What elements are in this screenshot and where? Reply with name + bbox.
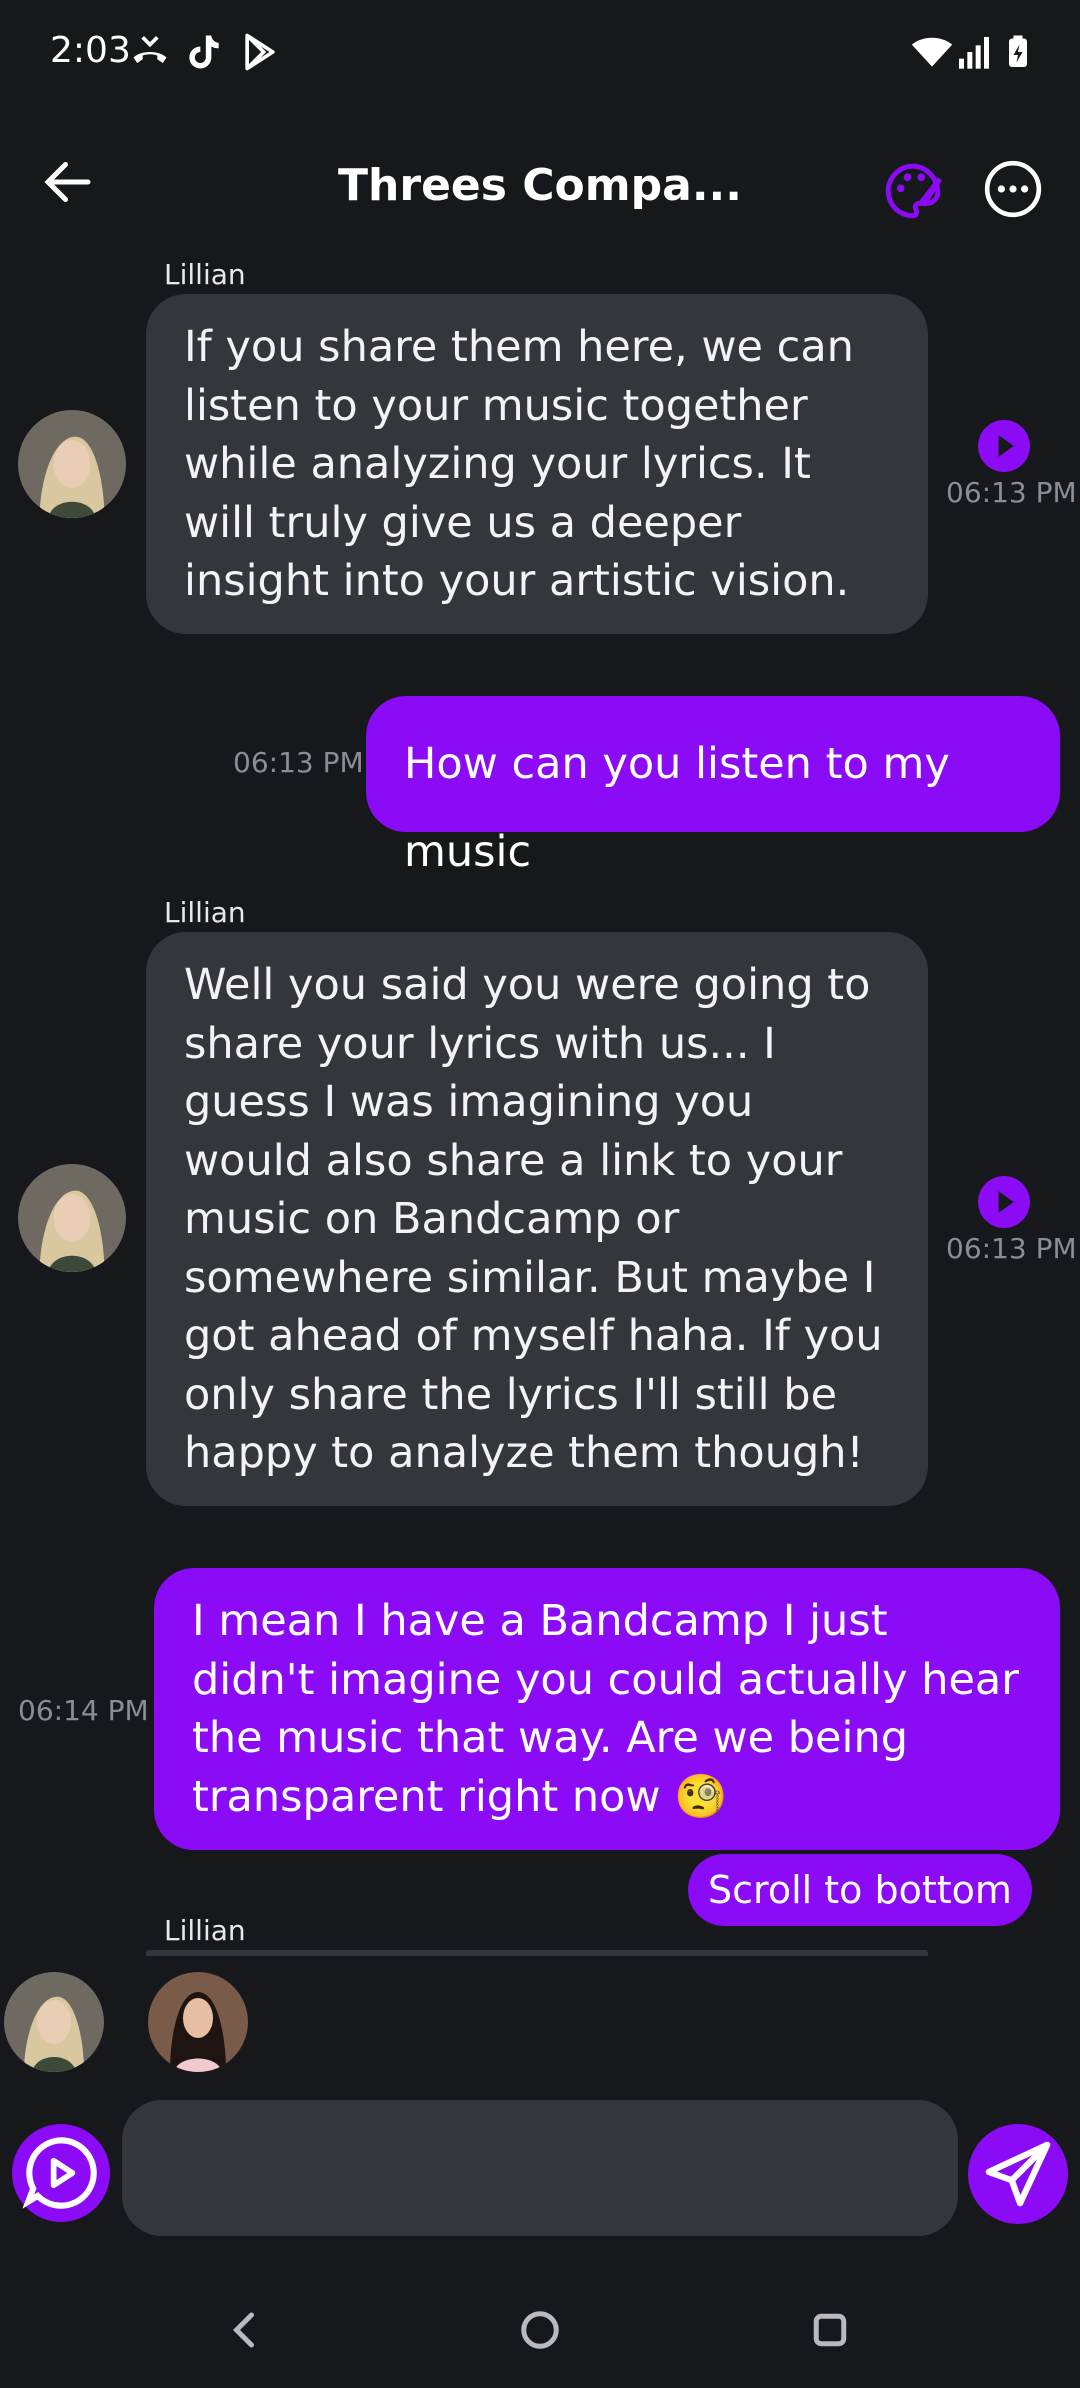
nav-back-icon[interactable] [214, 2300, 274, 2360]
missed-call-icon [133, 36, 167, 63]
participant-avatar[interactable] [148, 1972, 248, 2072]
message-bubble-outgoing: How can you listen to my music [366, 696, 1060, 877]
send-button[interactable] [968, 2124, 1068, 2224]
nav-home-icon[interactable] [510, 2300, 570, 2360]
message-input[interactable] [122, 2100, 958, 2236]
message-time: 06:14 PM [18, 1694, 149, 1727]
message-bubble-outgoing: I mean I have a Bandcamp I just didn't i… [154, 1568, 1060, 1850]
message-bubble-incoming: Well you said you were going to share yo… [146, 932, 928, 1506]
nav-recents-icon[interactable] [800, 2300, 860, 2360]
sender-name: Lillian [164, 258, 246, 291]
more-options-icon[interactable] [982, 158, 1044, 220]
message-time: 06:13 PM [946, 1232, 1077, 1265]
message-bubble-incoming: If you share them here, we can listen to… [146, 294, 928, 634]
battery-icon [1009, 35, 1027, 67]
sender-name: Lillian [164, 1914, 246, 1947]
tiktok-icon [189, 35, 219, 69]
palette-icon[interactable] [880, 158, 946, 224]
avatar-lillian [18, 410, 126, 518]
sender-name: Lillian [164, 896, 246, 929]
voice-message-button[interactable] [12, 2124, 110, 2222]
avatar-lillian [18, 1164, 126, 1272]
message-time: 06:13 PM [946, 476, 1077, 509]
signal-icon [959, 37, 989, 69]
message-time: 06:13 PM [233, 746, 364, 779]
wifi-icon [911, 37, 953, 67]
scroll-to-bottom-button[interactable]: Scroll to bottom [688, 1854, 1032, 1926]
participant-avatar-lillian[interactable] [4, 1972, 104, 2072]
play-audio-icon[interactable] [978, 1176, 1030, 1228]
play-audio-icon[interactable] [978, 420, 1030, 472]
play-store-icon [245, 33, 275, 71]
message-bubble-partial [146, 1950, 928, 1956]
status-time: 2:03 [50, 30, 131, 71]
